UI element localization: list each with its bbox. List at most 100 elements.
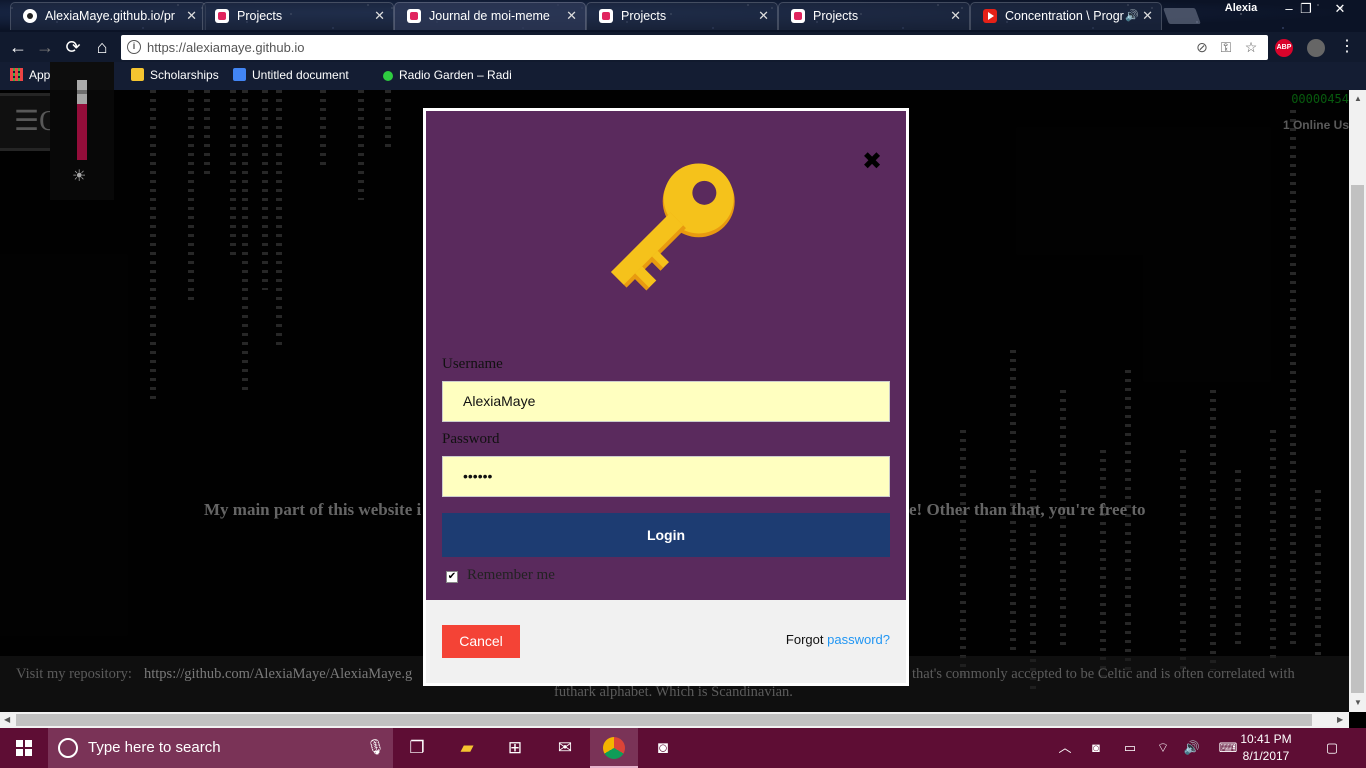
bookmark-untitled-document[interactable]: Untitled document [233,62,349,88]
page-icon [599,9,613,23]
taskbar-search[interactable]: Type here to search 🎙 [48,728,393,768]
close-icon[interactable]: ✕ [374,3,385,29]
bookmark-scholarships[interactable]: Scholarships [131,62,219,88]
modal-footer: Cancel Forgot password? [426,600,906,683]
url-text[interactable]: https://alexiamaye.github.io [147,35,305,60]
shield-extension-icon[interactable] [1307,39,1325,57]
address-bar[interactable]: i https://alexiamaye.github.io ⊘ ⚿ ☆ [121,35,1268,60]
forward-button[interactable]: → [34,36,56,58]
close-icon[interactable]: ✕ [950,3,961,29]
search-placeholder: Type here to search [88,739,221,756]
tab-projects-3[interactable]: Projects ✕ [778,2,970,30]
modal-header: ✖ Username AlexiaMaye Password •••••• Lo… [426,111,906,600]
scrollbar-thumb[interactable] [1351,185,1364,693]
battery-icon[interactable]: ▭ [1119,728,1141,768]
tab-alexiamaye-github[interactable]: AlexiaMaye.github.io/pr ✕ [10,2,206,30]
scroll-up-arrow[interactable]: ▲ [1354,94,1362,103]
discord-tray-icon[interactable]: ◙ [1085,728,1107,768]
close-icon[interactable]: ✕ [1142,3,1153,29]
action-center-icon[interactable]: ▢ [1320,728,1344,768]
tab-title: Projects [813,9,859,23]
bookmark-label: Scholarships [150,68,219,82]
windows-logo-icon [16,740,32,756]
page-icon [407,9,421,23]
browser-toolbar: ← → ⟳ ⌂ i https://alexiamaye.github.io ⊘… [0,32,1366,62]
close-icon[interactable]: ✕ [186,3,197,29]
username-label: Username [442,356,503,372]
forgot-password-link[interactable]: password? [827,632,890,647]
username-input[interactable]: AlexiaMaye [442,381,890,422]
forgot-prefix: Forgot [785,632,824,647]
bookmark-star-icon[interactable]: ☆ [1243,39,1259,55]
key-icon[interactable]: ⚿ [1218,39,1234,55]
password-input[interactable]: •••••• [442,456,890,497]
chrome-logo [603,737,625,759]
tab-title: Concentration \ Progr [1005,9,1124,23]
audio-icon[interactable]: 🔊 [1125,3,1139,29]
tab-title: Projects [621,9,667,23]
discord-icon[interactable]: ◙ [639,728,687,768]
close-icon[interactable]: ✖ [862,147,882,175]
remember-me[interactable]: ✔ Remember me [446,567,555,584]
chrome-menu-icon[interactable]: ⋮ [1336,36,1358,58]
blocked-content-icon[interactable]: ⊘ [1194,39,1210,55]
close-icon[interactable]: ✕ [758,3,769,29]
tab-strip: AlexiaMaye.github.io/pr ✕ Projects ✕ Jou… [0,0,1366,32]
forgot-password: Forgot password? [786,632,890,647]
start-button[interactable] [0,728,48,768]
cancel-button[interactable]: Cancel [442,625,520,658]
back-button[interactable]: ← [7,36,29,58]
cortana-icon [58,738,78,758]
task-view-icon[interactable]: ❐ [393,728,441,768]
store-icon[interactable]: ⊞ [491,728,539,768]
scroll-right-arrow[interactable]: ▶ [1337,715,1343,724]
adblock-plus-icon[interactable]: ABP [1275,39,1293,57]
new-tab-button[interactable] [1163,8,1201,24]
github-icon [23,9,37,23]
tab-journal[interactable]: Journal de moi-meme ✕ [394,2,586,30]
login-modal: ✖ Username AlexiaMaye Password •••••• Lo… [423,108,909,686]
tab-title: Journal de moi-meme [429,9,550,23]
wifi-icon[interactable]: ⌔ [1152,728,1174,768]
tab-concentration[interactable]: Concentration \ Progr 🔊 ✕ [970,2,1162,30]
info-icon[interactable]: i [127,40,141,54]
mail-icon[interactable]: ✉ [541,728,589,768]
clock-time: 10:41 PM [1240,732,1292,746]
remember-me-label: Remember me [467,567,555,583]
radio-garden-icon [383,71,393,81]
reload-button[interactable]: ⟳ [62,36,84,58]
vertical-scrollbar[interactable]: ▲ ▼ [1349,90,1366,712]
folder-icon [131,68,144,81]
window-close-button[interactable]: ✕ [1324,0,1356,17]
microphone-icon[interactable]: 🎙 [366,728,385,768]
apps-grid-icon [10,68,23,81]
close-icon[interactable]: ✕ [566,3,577,29]
clock-date: 8/1/2017 [1242,749,1290,763]
scroll-left-arrow[interactable]: ◀ [4,715,10,724]
windows-taskbar: Type here to search 🎙 ❐ ▰ ⊞ ✉ ◙ ︿ ◙ ▭ ⌔ … [0,728,1366,768]
login-button[interactable]: Login [442,513,890,557]
remember-me-checkbox[interactable]: ✔ [446,571,458,583]
profile-button[interactable]: Alexia [1218,0,1264,17]
volume-icon[interactable]: 🔊 [1181,728,1203,768]
home-button[interactable]: ⌂ [91,36,113,58]
chrome-icon[interactable] [590,728,638,768]
scrollbar-thumb[interactable] [16,714,1312,726]
key-icon [611,163,735,291]
horizontal-scrollbar[interactable]: ◀ ▶ [0,712,1349,728]
tab-projects-1[interactable]: Projects ✕ [202,2,394,30]
bookmark-radio-garden[interactable]: Radio Garden – Radi [383,62,512,88]
bookmarks-bar: Apps ixls Scholarships Untitled document… [0,62,1366,90]
file-explorer-icon[interactable]: ▰ [443,728,491,768]
bookmark-label: Untitled document [252,68,349,82]
page-icon [215,9,229,23]
scroll-down-arrow[interactable]: ▼ [1354,698,1362,707]
bookmark-label: Radio Garden – Radi [399,68,512,82]
show-hidden-icons[interactable]: ︿ [1056,728,1074,768]
clock[interactable]: 10:41 PM 8/1/2017 [1236,731,1296,765]
tab-title: Projects [237,9,283,23]
restore-button[interactable]: ❐ [1290,0,1322,17]
tab-projects-2[interactable]: Projects ✕ [586,2,778,30]
password-label: Password [442,431,500,447]
page-icon [791,9,805,23]
